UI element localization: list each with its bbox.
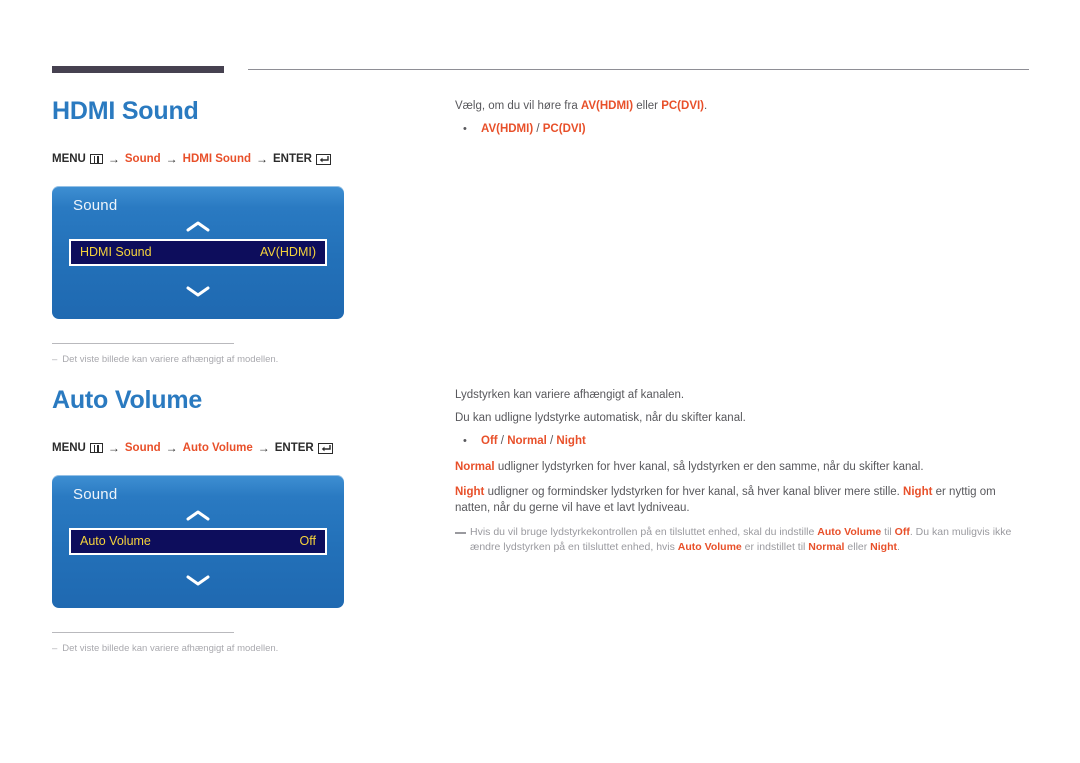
osd-menu-box-auto: Sound Auto Volume Off (52, 475, 344, 608)
hdmi-options-bullet: • AV(HDMI) / PC(DVI) (455, 121, 1025, 137)
menu-step-auto-volume: Auto Volume (182, 442, 253, 454)
menu-label: MENU (52, 153, 86, 165)
chevron-down-icon[interactable] (52, 574, 344, 587)
footnote-text: Det viste billede kan variere afhængigt … (62, 643, 279, 654)
path-arrow-3: → (257, 441, 270, 455)
chevron-down-icon[interactable] (52, 285, 344, 298)
path-arrow-2: → (165, 441, 178, 455)
osd-row-auto-volume[interactable]: Auto Volume Off (69, 528, 327, 555)
chevron-up-icon[interactable] (52, 509, 344, 522)
osd-row-label: HDMI Sound (80, 245, 152, 260)
auto-paragraph-night: Night udligner og formindsker lydstyrken… (455, 486, 996, 514)
page-title-auto-volume: Auto Volume (52, 386, 203, 414)
footnote-dash: – (52, 643, 58, 654)
enter-return-icon (316, 153, 331, 165)
footnote-hdmi: – Det viste billede kan variere afhængig… (52, 353, 432, 366)
hdmi-right-column: Vælg, om du vil høre fra AV(HDMI) eller … (455, 98, 1025, 147)
enter-label: ENTER (273, 153, 312, 165)
auto-note: Hvis du vil bruge lydstyrkekontrollen på… (455, 525, 1025, 555)
footnote-auto: – Det viste billede kan variere afhængig… (52, 642, 432, 655)
enter-return-icon (317, 442, 333, 454)
auto-paragraph-1: Lydstyrken kan variere afhængigt af kana… (455, 389, 685, 401)
menu-label: MENU (52, 442, 86, 454)
osd-row-hdmi-sound[interactable]: HDMI Sound AV(HDMI) (69, 239, 327, 266)
auto-right-column: Lydstyrken kan variere afhængigt af kana… (455, 387, 1025, 555)
auto-note-text: Hvis du vil bruge lydstyrkekontrollen på… (470, 526, 1012, 553)
path-arrow-3: → (256, 152, 269, 166)
auto-options-text: Off / Normal / Night (481, 435, 586, 447)
auto-left-column: Auto Volume MENU → Sound → Auto Volume →… (52, 385, 432, 655)
header-rule-thick (52, 66, 224, 73)
page-title-hdmi-sound: HDMI Sound (52, 97, 199, 125)
hdmi-left-column: HDMI Sound MENU → Sound → HDMI Sound → E… (52, 96, 432, 366)
auto-paragraph-normal: Normal udligner lydstyrken for hver kana… (455, 461, 924, 473)
hdmi-options-text: AV(HDMI) / PC(DVI) (481, 123, 586, 135)
osd-title: Sound (73, 197, 118, 214)
note-dash-icon (455, 532, 466, 534)
menu-step-sound: Sound (124, 153, 161, 165)
enter-label: ENTER (274, 442, 314, 454)
footnote-dash: – (52, 354, 58, 365)
header-rule-thin (248, 69, 1029, 70)
menu-step-hdmi-sound: HDMI Sound (182, 153, 252, 165)
path-arrow-1: → (107, 152, 120, 166)
menu-grid-icon (89, 154, 103, 164)
osd-title: Sound (73, 486, 118, 503)
auto-paragraph-2: Du kan udligne lydstyrke automatisk, når… (455, 412, 746, 424)
osd-row-label: Auto Volume (80, 534, 151, 549)
menu-step-sound: Sound (124, 442, 161, 454)
bullet-dot: • (463, 123, 467, 135)
bullet-dot: • (463, 435, 467, 447)
path-arrow-2: → (165, 152, 178, 166)
auto-options-bullet: • Off / Normal / Night (455, 433, 1025, 449)
menu-grid-icon (89, 443, 103, 453)
osd-menu-box-hdmi: Sound HDMI Sound AV(HDMI) (52, 186, 344, 319)
path-arrow-1: → (107, 441, 120, 455)
osd-row-value: AV(HDMI) (259, 245, 316, 260)
osd-row-value: Off (299, 534, 316, 549)
footnote-divider (52, 632, 234, 633)
chevron-up-icon[interactable] (52, 220, 344, 233)
footnote-text: Det viste billede kan variere afhængigt … (62, 354, 279, 365)
menu-path-auto: MENU → Sound → Auto Volume → ENTER (52, 441, 432, 455)
menu-path-hdmi: MENU → Sound → HDMI Sound → ENTER (52, 152, 432, 166)
hdmi-intro-paragraph: Vælg, om du vil høre fra AV(HDMI) eller … (455, 100, 708, 112)
manual-page: HDMI Sound MENU → Sound → HDMI Sound → E… (0, 0, 1080, 763)
footnote-divider (52, 343, 234, 344)
